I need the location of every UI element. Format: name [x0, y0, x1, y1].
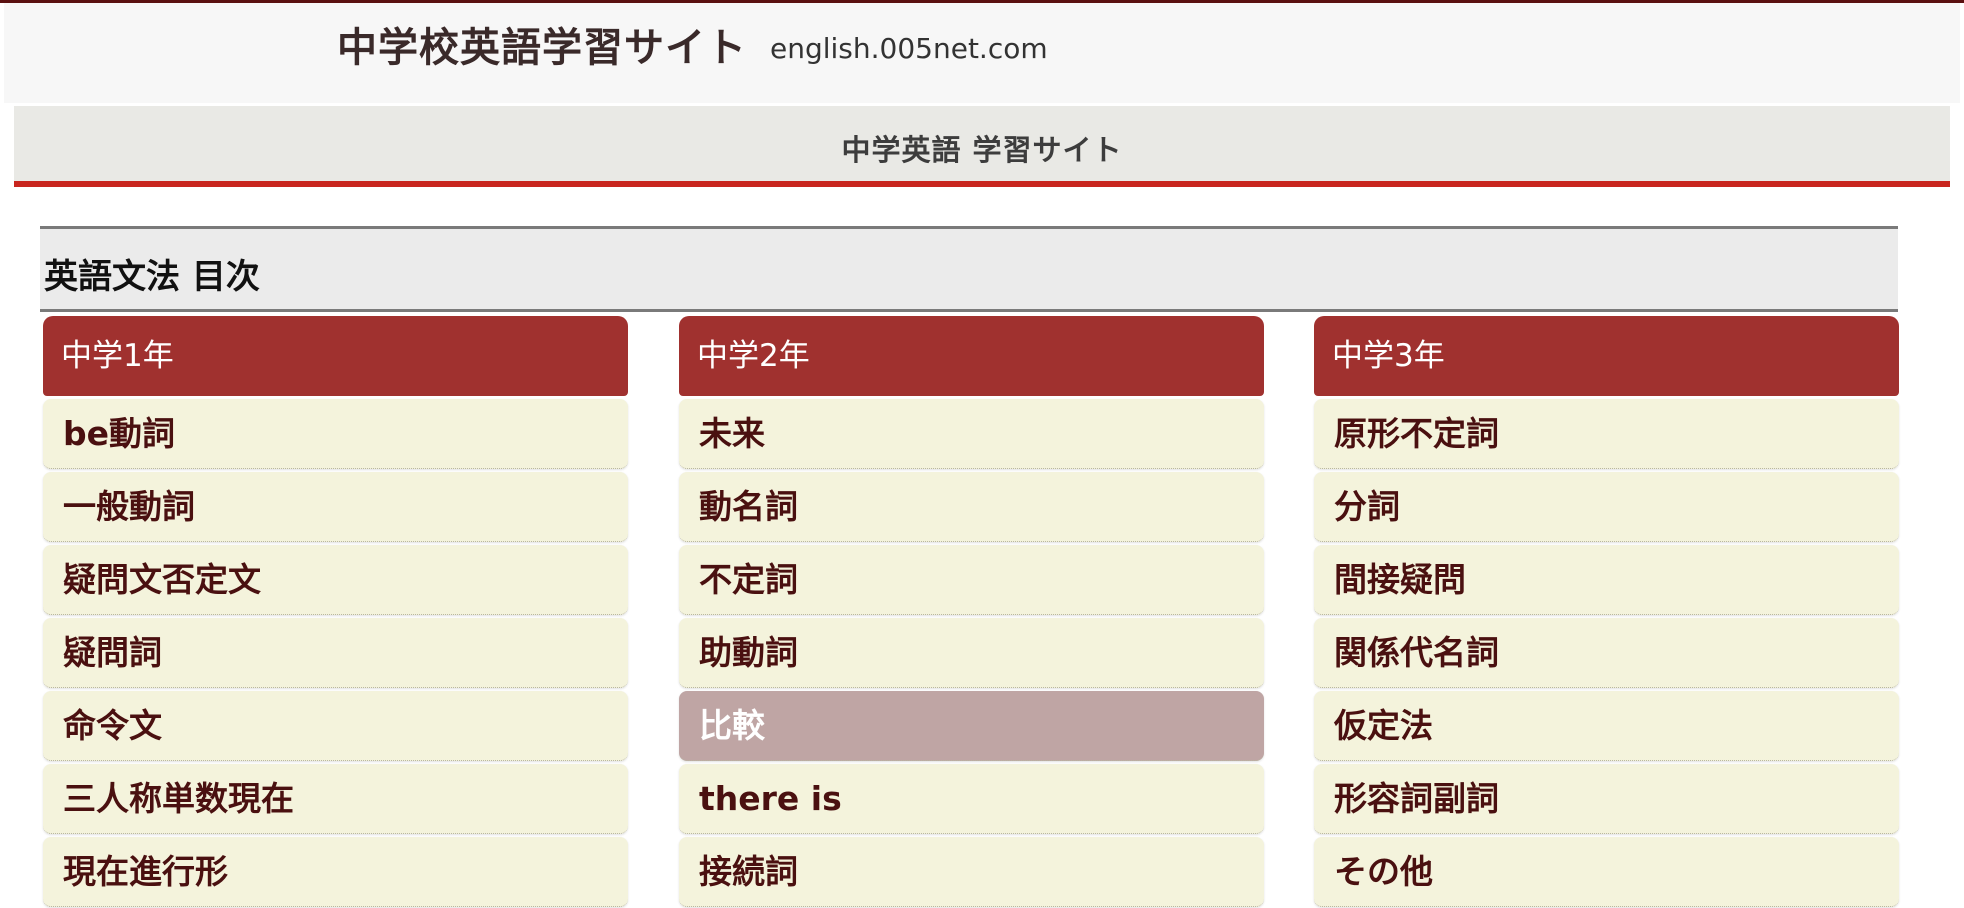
topic-list-grade-3: 原形不定詞 分詞 間接疑問 関係代名詞 仮定法 形容詞副詞 その他	[1314, 399, 1899, 907]
topic-link[interactable]: 三人称単数現在	[43, 764, 628, 834]
grade-column-2: 中学2年 未来 動名詞 不定詞 助動詞 比較 there is 接続詞	[679, 316, 1264, 907]
topic-link[interactable]: 形容詞副詞	[1314, 764, 1899, 834]
topic-link[interactable]: 関係代名詞	[1314, 618, 1899, 688]
topic-link[interactable]: 動名詞	[679, 472, 1264, 542]
topic-link[interactable]: 現在進行形	[43, 837, 628, 907]
topic-list-grade-2: 未来 動名詞 不定詞 助動詞 比較 there is 接続詞	[679, 399, 1264, 907]
topic-link[interactable]: be動詞	[43, 399, 628, 469]
grade-column-3: 中学3年 原形不定詞 分詞 間接疑問 関係代名詞 仮定法 形容詞副詞 その他	[1314, 316, 1899, 907]
topic-link[interactable]: その他	[1314, 837, 1899, 907]
site-title[interactable]: 中学校英語学習サイト	[337, 15, 747, 73]
sub-banner-title: 中学英語 学習サイト	[841, 133, 1123, 167]
topic-link[interactable]: 疑問詞	[43, 618, 628, 688]
grade-header-3: 中学3年	[1314, 316, 1899, 396]
topic-link[interactable]: 分詞	[1314, 472, 1899, 542]
topic-link[interactable]: 間接疑問	[1314, 545, 1899, 615]
grade-header-2: 中学2年	[679, 316, 1264, 396]
site-domain[interactable]: english.005net.com	[770, 32, 1048, 65]
site-header: 中学校英語学習サイト english.005net.com	[4, 3, 1960, 103]
grade-header-1: 中学1年	[43, 316, 628, 396]
toc-heading: 英語文法 目次	[40, 226, 1898, 312]
topic-link[interactable]: 疑問文否定文	[43, 545, 628, 615]
topic-link[interactable]: 原形不定詞	[1314, 399, 1899, 469]
topic-list-grade-1: be動詞 一般動詞 疑問文否定文 疑問詞 命令文 三人称単数現在 現在進行形	[43, 399, 628, 907]
topic-link[interactable]: 命令文	[43, 691, 628, 761]
topic-link[interactable]: there is	[679, 764, 1264, 834]
topic-link[interactable]: 不定詞	[679, 545, 1264, 615]
sub-banner: 中学英語 学習サイト	[14, 106, 1950, 187]
topic-link[interactable]: 仮定法	[1314, 691, 1899, 761]
toc-heading-title: 英語文法 目次	[44, 257, 260, 297]
topic-link[interactable]: 助動詞	[679, 618, 1264, 688]
topic-link[interactable]: 一般動詞	[43, 472, 628, 542]
topic-link-active[interactable]: 比較	[679, 691, 1264, 761]
topic-link[interactable]: 未来	[679, 399, 1264, 469]
grade-column-1: 中学1年 be動詞 一般動詞 疑問文否定文 疑問詞 命令文 三人称単数現在 現在…	[43, 316, 628, 907]
topic-link[interactable]: 接続詞	[679, 837, 1264, 907]
